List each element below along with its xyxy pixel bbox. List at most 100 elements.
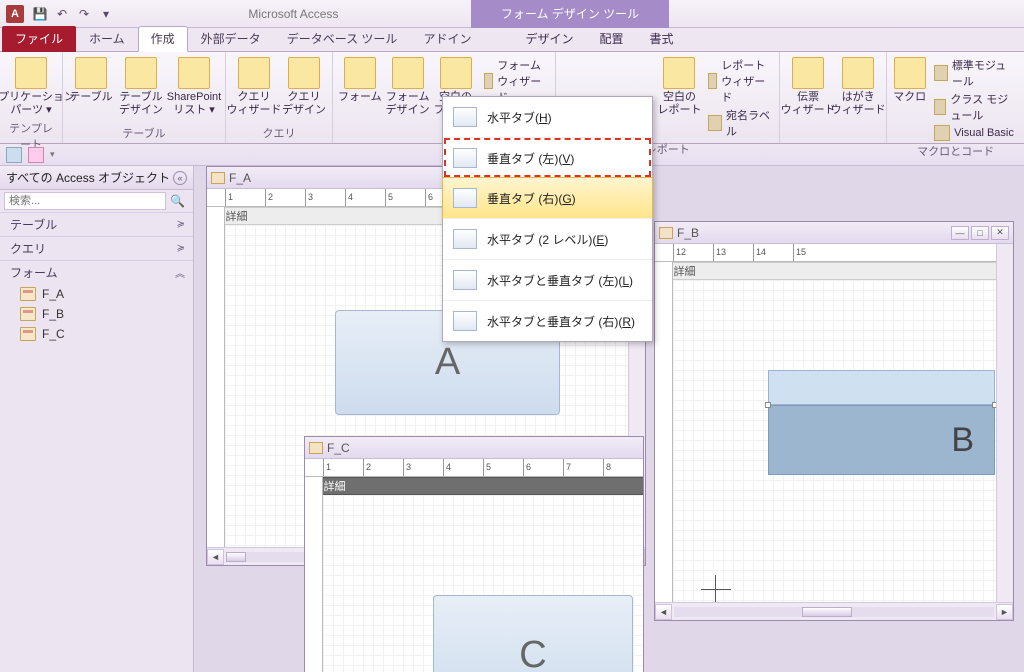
nav-option-vtr[interactable]: 垂直タブ (右)(G) [442,177,653,219]
nav-option-hvr[interactable]: 水平タブと垂直タブ (右)(R) [443,300,652,341]
tab-file[interactable]: ファイル [2,26,76,52]
label-control-c[interactable]: C [433,595,633,672]
navpane-collapse-icon[interactable]: « [173,171,187,185]
minimize-button[interactable]: — [951,226,969,240]
group-queries: クエリ ウィザード クエリ デザイン クエリ [226,52,333,143]
vertical-scrollbar[interactable] [996,244,1013,602]
nav-layout-icon [453,229,477,249]
group-label-macros: マクロとコード [891,142,1020,161]
nav-option-hvl[interactable]: 水平タブと垂直タブ (左)(L) [443,259,652,300]
class-module-icon [934,99,946,115]
tab-external-data[interactable]: 外部データ [188,26,274,52]
visual-basic-button[interactable]: Visual Basic [930,124,1020,142]
maximize-button[interactable]: □ [971,226,989,240]
nav-option-label: 水平タブ (2 レベル)(E) [487,231,608,248]
section-header-detail[interactable]: ◆ 詳細 [305,477,643,495]
save-icon[interactable] [6,147,22,163]
group-tables: テーブル テーブル デザイン SharePoint リスト ▾ テーブル [63,52,226,143]
tab-design[interactable]: デザイン [512,26,586,52]
qat-redo-icon[interactable]: ↷ [74,4,94,24]
nav-option-h2[interactable]: 水平タブ (2 レベル)(E) [443,218,652,259]
chevron-icon: ≽ [177,243,185,254]
navpane-header[interactable]: すべての Access オブジェクト « [0,166,193,190]
nav-option-vtl[interactable]: 垂直タブ (左)(V) [443,137,652,178]
qat-save-icon[interactable]: 💾 [30,4,50,24]
nav-option-label: 垂直タブ (右)(G) [487,190,576,207]
navpane-cat-queries[interactable]: クエリ≽ [0,236,193,260]
macro-button[interactable]: マクロ [891,54,928,107]
blank-report-button[interactable]: 空白の レポート [656,54,702,119]
report-wizard-button[interactable]: レポート ウィザード [704,56,775,106]
nav-option-label: 水平タブと垂直タブ (左)(L) [487,272,633,289]
qat-undo-icon[interactable]: ↶ [52,4,72,24]
form-icon [20,327,36,341]
sharepoint-list-button[interactable]: SharePoint リスト ▾ [167,54,221,119]
navpane-search-input[interactable] [4,192,166,210]
design-window-fc[interactable]: F_C 12345678 ◆ 詳細 C [304,436,644,672]
table-button[interactable]: テーブル [67,54,115,107]
navpane-title: すべての Access オブジェクト [6,169,170,186]
form-icon [659,227,673,239]
navpane-cat-forms[interactable]: フォーム︽ [0,260,193,284]
denpyo-wizard-button[interactable]: 伝票 ウィザード [784,54,832,119]
window-title: F_C [327,441,350,455]
form-icon [20,287,36,301]
group-macros: マクロ 標準モジュール クラス モジュール Visual Basic マクロとコ… [887,52,1024,143]
navpane-item-fb[interactable]: F_B [0,304,193,324]
navpane-item-fc[interactable]: F_C [0,324,193,344]
form-icon [309,442,323,454]
search-icon[interactable]: 🔍 [166,194,189,208]
nav-layout-icon [453,188,477,208]
cursor-crosshair-icon [701,575,731,605]
vb-icon [934,125,950,141]
tab-format[interactable]: 書式 [636,26,686,52]
nav-layout-icon [453,148,477,168]
form-wizard-icon [484,73,493,89]
navpane-item-fa[interactable]: F_A [0,284,193,304]
tab-arrange[interactable]: 配置 [586,26,636,52]
class-module-button[interactable]: クラス モジュール [930,90,1020,124]
horizontal-ruler: 12345678 [305,459,643,477]
navpane-cat-tables[interactable]: テーブル≽ [0,212,193,236]
title-bar: A 💾 ↶ ↷ ▾ Microsoft Access フォーム デザイン ツール [0,0,1024,28]
qat-customize-icon[interactable]: ▾ [96,4,116,24]
close-button[interactable]: ✕ [991,226,1009,240]
design-canvas[interactable]: B [673,280,996,602]
group-templates: アプリケーション パーツ ▾ テンプレート [0,52,63,143]
app-title: Microsoft Access [248,7,338,21]
vertical-ruler [655,262,673,602]
paste-icon[interactable] [28,147,44,163]
nav-option-htab[interactable]: 水平タブ(H) [443,97,652,137]
nav-option-label: 水平タブと垂直タブ (右)(R) [487,313,635,330]
horizontal-ruler: 12131415 [655,244,1013,262]
query-wizard-button[interactable]: クエリ ウィザード [230,54,278,119]
form-button[interactable]: フォーム [337,54,383,107]
tab-home[interactable]: ホーム [76,26,138,52]
form-icon [20,307,36,321]
label-control-b[interactable]: B [768,370,995,475]
section-header-detail[interactable]: ◆ 詳細 [655,262,1013,280]
nav-layout-icon [453,270,477,290]
navpane-search: 🔍 [0,190,193,212]
tab-database-tools[interactable]: データベース ツール [274,26,411,52]
window-titlebar[interactable]: F_C [305,437,643,459]
navigation-dropdown-menu: 水平タブ(H)垂直タブ (左)(V) 垂直タブ (右)(G) 水平タブ (2 レベル… [442,96,653,342]
group-label-other [784,128,882,143]
query-design-button[interactable]: クエリ デザイン [280,54,328,119]
nav-layout-icon [453,311,477,331]
hagaki-wizard-button[interactable]: はがき ウィザード [834,54,882,119]
std-module-button[interactable]: 標準モジュール [930,56,1020,90]
tab-create[interactable]: 作成 [138,26,188,52]
design-window-fb[interactable]: F_B — □ ✕ 12131415 ◆ 詳細 B ◄► [654,221,1014,621]
window-title: F_B [677,226,699,240]
form-design-button[interactable]: フォーム デザイン [385,54,431,119]
group-other: 伝票 ウィザード はがき ウィザード [780,52,887,143]
app-parts-button[interactable]: アプリケーション パーツ ▾ [4,54,58,119]
design-canvas[interactable]: C [323,495,643,672]
window-titlebar[interactable]: F_B — □ ✕ [655,222,1013,244]
tab-addins[interactable]: アドイン [410,26,484,52]
labels-button[interactable]: 宛名ラベル [704,106,775,140]
contextual-tab-title: フォーム デザイン ツール [471,0,669,28]
table-design-button[interactable]: テーブル デザイン [117,54,165,119]
horizontal-scrollbar[interactable]: ◄► [655,602,1013,620]
